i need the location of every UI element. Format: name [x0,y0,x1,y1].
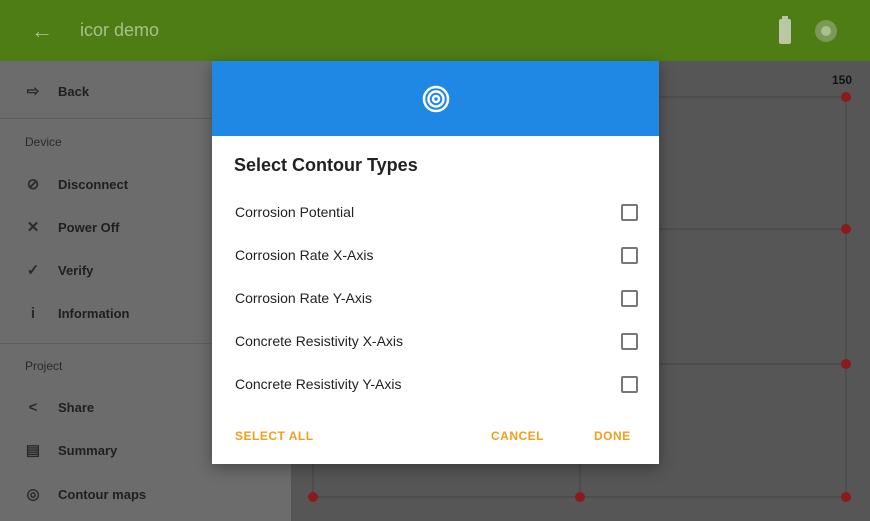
drawer-item-contour-maps[interactable]: ◎ Contour maps [0,474,291,514]
dialog-title: Select Contour Types [234,155,418,175]
section-header-project: Project [25,359,63,373]
option-corrosion-rate-y[interactable]: Corrosion Rate Y-Axis [212,278,659,318]
contour-map-icon [422,85,449,112]
option-label: Concrete Resistivity X-Axis [235,333,404,349]
summary-doc-icon: ▤ [25,442,41,459]
checkbox[interactable] [621,246,638,264]
option-corrosion-rate-x[interactable]: Corrosion Rate X-Axis [212,235,659,275]
drawer-item-label: Summary [58,442,118,458]
back-arrow-icon[interactable]: ← [31,19,53,42]
select-all-button[interactable]: SELECT ALL [235,429,314,443]
battery-icon [779,16,791,44]
info-icon: i [30,304,36,322]
option-label: Concrete Resistivity Y-Axis [235,376,402,392]
option-concrete-resistivity-x[interactable]: Concrete Resistivity X-Axis [212,321,659,361]
section-header-device: Device [25,135,62,149]
option-label: Corrosion Rate X-Axis [235,247,374,263]
drawer-item-label: Power Off [58,219,120,235]
drawer-item-label: Share [58,399,95,415]
axis-value-label: 150 [832,73,853,87]
connection-status-icon[interactable] [815,20,837,42]
checkbox[interactable] [621,289,638,307]
checkbox[interactable] [621,332,638,350]
option-corrosion-potential[interactable]: Corrosion Potential [212,192,659,232]
select-contour-types-dialog: Select Contour Types Corrosion Potential… [212,61,659,464]
power-off-icon: ✕ [26,219,40,236]
share-icon: < [28,398,38,416]
app-bar: ← icor demo [0,0,870,61]
grid-marker [575,492,585,502]
drawer-item-label: Information [58,305,130,321]
grid-marker [841,359,851,369]
done-button[interactable]: DONE [594,429,631,443]
verify-check-icon: ✓ [26,262,40,279]
disconnect-icon: ⊘ [26,176,40,193]
dialog-header [212,61,659,136]
contour-icon: ◎ [26,486,40,503]
checkbox[interactable] [621,375,638,393]
drawer-item-label: Back [58,83,90,99]
option-label: Corrosion Rate Y-Axis [235,290,372,306]
grid-marker [841,492,851,502]
option-concrete-resistivity-y[interactable]: Concrete Resistivity Y-Axis [212,364,659,404]
app-title: icor demo [80,20,160,40]
cancel-button[interactable]: CANCEL [491,429,544,443]
option-label: Corrosion Potential [235,204,355,220]
grid-marker [841,92,851,102]
back-doc-icon: ⇨ [26,83,40,100]
grid-marker [841,224,851,234]
drawer-item-label: Disconnect [58,176,129,192]
checkbox[interactable] [621,203,638,221]
grid-marker [308,492,318,502]
drawer-item-label: Verify [58,262,94,278]
drawer-item-label: Contour maps [58,486,147,502]
